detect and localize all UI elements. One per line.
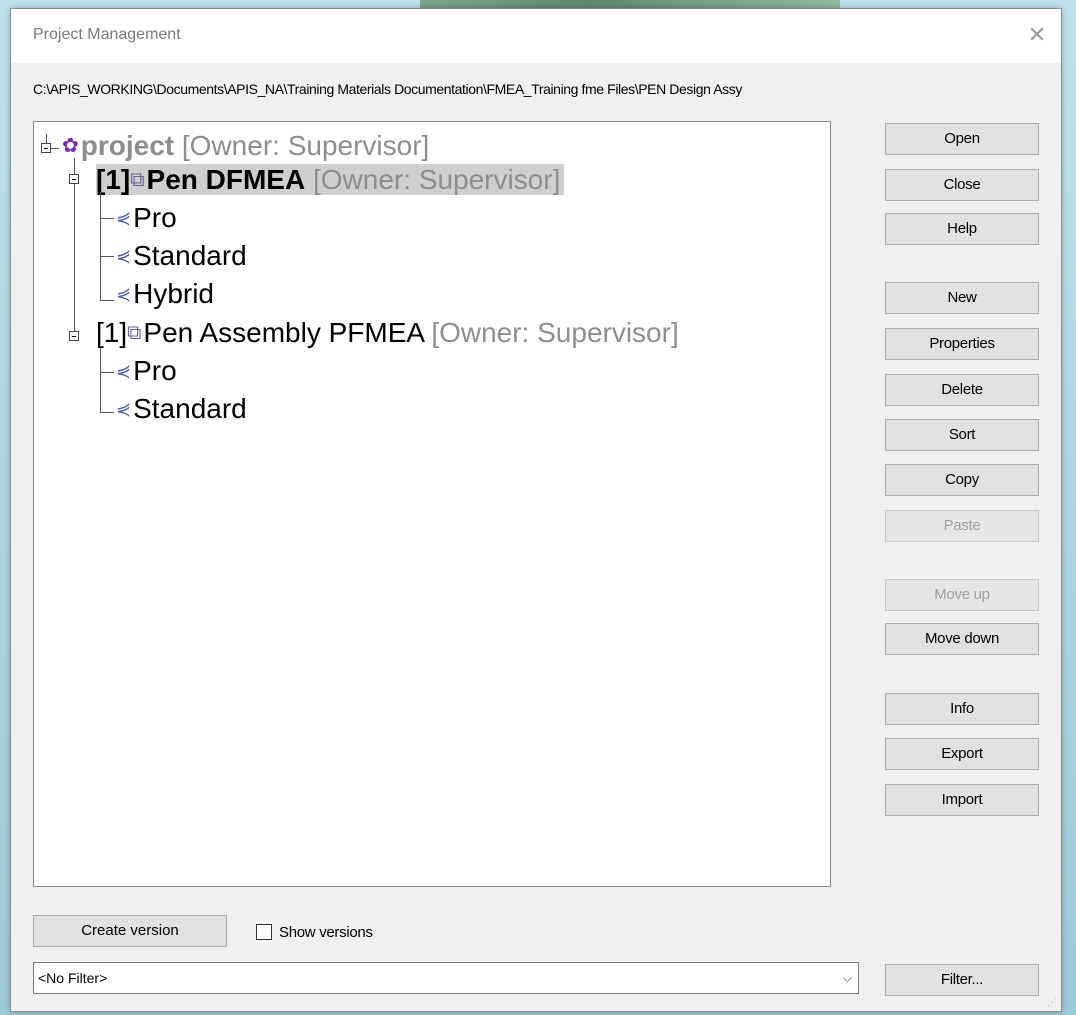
properties-button[interactable]: Properties bbox=[885, 328, 1039, 360]
variant-icon: ⋞ bbox=[116, 399, 132, 419]
tree-line bbox=[51, 148, 59, 149]
tree-node-variant[interactable]: ⋞Standard bbox=[116, 239, 247, 273]
tree-node-label: Pen DFMEA bbox=[146, 164, 306, 195]
tree-node-variant[interactable]: ⋞Hybrid bbox=[116, 277, 214, 311]
tree-node-label: Standard bbox=[133, 393, 247, 424]
close-icon[interactable]: ✕ bbox=[1025, 23, 1049, 47]
tree-line bbox=[100, 256, 114, 257]
tree-node-label: Pro bbox=[133, 355, 177, 386]
collapse-icon[interactable] bbox=[41, 143, 51, 153]
collapse-icon[interactable] bbox=[69, 331, 79, 341]
import-button[interactable]: Import bbox=[885, 784, 1039, 816]
copy-button[interactable]: Copy bbox=[885, 464, 1039, 496]
tree-node-pen-assembly-pfmea[interactable]: [1]⧉Pen Assembly PFMEA [Owner: Superviso… bbox=[96, 316, 679, 350]
resize-grip-icon[interactable]: ⋰ bbox=[1047, 997, 1059, 1009]
show-versions-checkbox[interactable] bbox=[256, 924, 272, 940]
tree-node-prefix: [1] bbox=[96, 164, 131, 195]
tree-node-variant[interactable]: ⋞Pro bbox=[116, 354, 177, 388]
title-bar: Project Management ✕ bbox=[11, 9, 1061, 63]
window-title: Project Management bbox=[33, 26, 181, 43]
tree-line bbox=[74, 158, 75, 336]
selection-highlight: [1]⧉Pen DFMEA [Owner: Supervisor] bbox=[96, 164, 565, 195]
tree-node-prefix: [1] bbox=[96, 317, 128, 348]
move-down-button[interactable]: Move down bbox=[885, 623, 1039, 655]
project-management-dialog: Project Management ✕ C:\APIS_WORKING\Doc… bbox=[10, 8, 1062, 1012]
chevron-down-icon[interactable]: ⌵ bbox=[843, 963, 852, 993]
owner-label: [Owner: Supervisor] bbox=[312, 164, 561, 195]
help-button[interactable]: Help bbox=[885, 213, 1039, 245]
project-icon: ✿ bbox=[62, 135, 79, 157]
fmea-doc-icon: ⧉ bbox=[127, 322, 142, 344]
owner-label: [Owner: Supervisor] bbox=[181, 130, 430, 161]
tree-node-pen-dfmea[interactable]: [1]⧉Pen DFMEA [Owner: Supervisor] bbox=[96, 163, 565, 197]
fmea-doc-icon: ⧉ bbox=[130, 169, 145, 191]
tree-node-label: Hybrid bbox=[133, 278, 215, 309]
filter-select[interactable]: <No Filter> ⌵ bbox=[33, 962, 859, 994]
tree-line bbox=[100, 192, 101, 300]
tree-line bbox=[100, 412, 114, 413]
info-button[interactable]: Info bbox=[885, 693, 1039, 725]
tree-node-variant[interactable]: ⋞Standard bbox=[116, 392, 247, 426]
new-button[interactable]: New bbox=[885, 282, 1039, 314]
export-button[interactable]: Export bbox=[885, 738, 1039, 770]
tree-node-label: Pen Assembly PFMEA bbox=[143, 317, 424, 348]
variant-icon: ⋞ bbox=[116, 361, 132, 381]
open-button[interactable]: Open bbox=[885, 123, 1039, 155]
tree-line bbox=[100, 300, 114, 301]
filter-value: <No Filter> bbox=[38, 970, 108, 986]
move-up-button[interactable]: Move up bbox=[885, 579, 1039, 611]
tree-node-project[interactable]: ✿project [Owner: Supervisor] bbox=[62, 129, 429, 163]
close-button[interactable]: Close bbox=[885, 169, 1039, 201]
tree-line bbox=[100, 218, 114, 219]
tree-line bbox=[100, 372, 114, 373]
paste-button[interactable]: Paste bbox=[885, 510, 1039, 542]
variant-icon: ⋞ bbox=[116, 208, 132, 228]
tree-node-label: Pro bbox=[133, 202, 177, 233]
collapse-icon[interactable] bbox=[69, 174, 79, 184]
tree-line bbox=[100, 348, 101, 412]
tree-node-label: project bbox=[80, 130, 175, 161]
variant-icon: ⋞ bbox=[116, 284, 132, 304]
project-tree[interactable]: ✿project [Owner: Supervisor] [1]⧉Pen DFM… bbox=[33, 121, 831, 887]
tree-node-label: Standard bbox=[133, 240, 247, 271]
tree-node-variant[interactable]: ⋞Pro bbox=[116, 201, 177, 235]
sort-button[interactable]: Sort bbox=[885, 419, 1039, 451]
owner-label: [Owner: Supervisor] bbox=[431, 317, 679, 348]
show-versions-label: Show versions bbox=[279, 924, 373, 941]
delete-button[interactable]: Delete bbox=[885, 374, 1039, 406]
filter-button[interactable]: Filter... bbox=[885, 964, 1039, 996]
variant-icon: ⋞ bbox=[116, 246, 132, 266]
project-path: C:\APIS_WORKING\Documents\APIS_NA\Traini… bbox=[33, 81, 742, 97]
create-version-button[interactable]: Create version bbox=[33, 915, 227, 947]
